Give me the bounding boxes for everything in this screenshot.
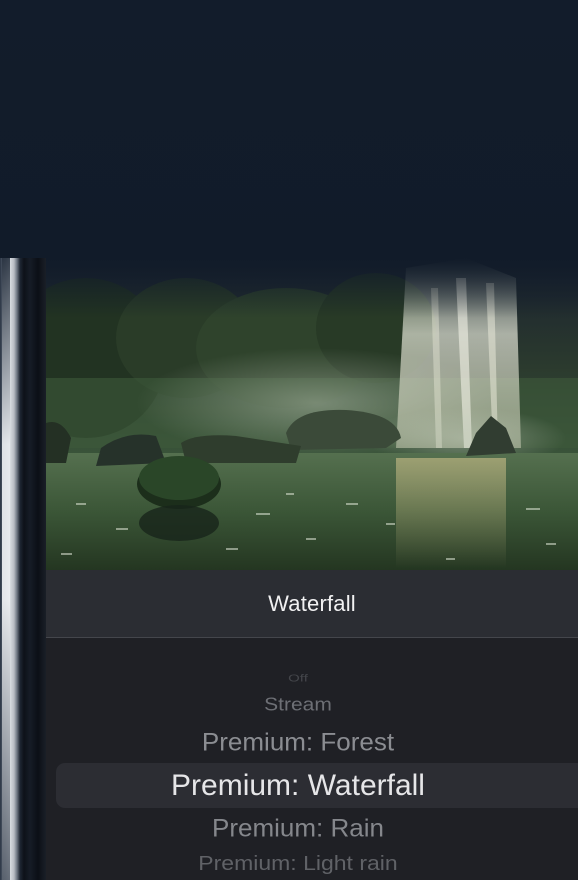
device-frame-highlight xyxy=(2,258,10,880)
sound-picker[interactable]: Off Stream Premium: Forest Premium: Wate… xyxy=(46,638,578,880)
picker-option-forest[interactable]: Premium: Forest xyxy=(46,728,578,757)
screen: Waterfall Off Stream Premium: Forest Pre… xyxy=(0,0,578,880)
picker-option-waterfall-selected[interactable]: Premium: Waterfall xyxy=(46,769,578,803)
sound-title: Waterfall xyxy=(268,590,356,616)
picker-option-rain[interactable]: Premium: Rain xyxy=(46,814,578,843)
picker-option-light-rain[interactable]: Premium: Light rain xyxy=(46,851,578,875)
sound-title-bar: Waterfall xyxy=(46,570,578,638)
waterfall-scene-image xyxy=(46,258,578,570)
picker-option-stream[interactable]: Stream xyxy=(46,694,578,715)
picker-option-off[interactable]: Off xyxy=(46,673,578,685)
top-dark-area xyxy=(0,0,578,258)
